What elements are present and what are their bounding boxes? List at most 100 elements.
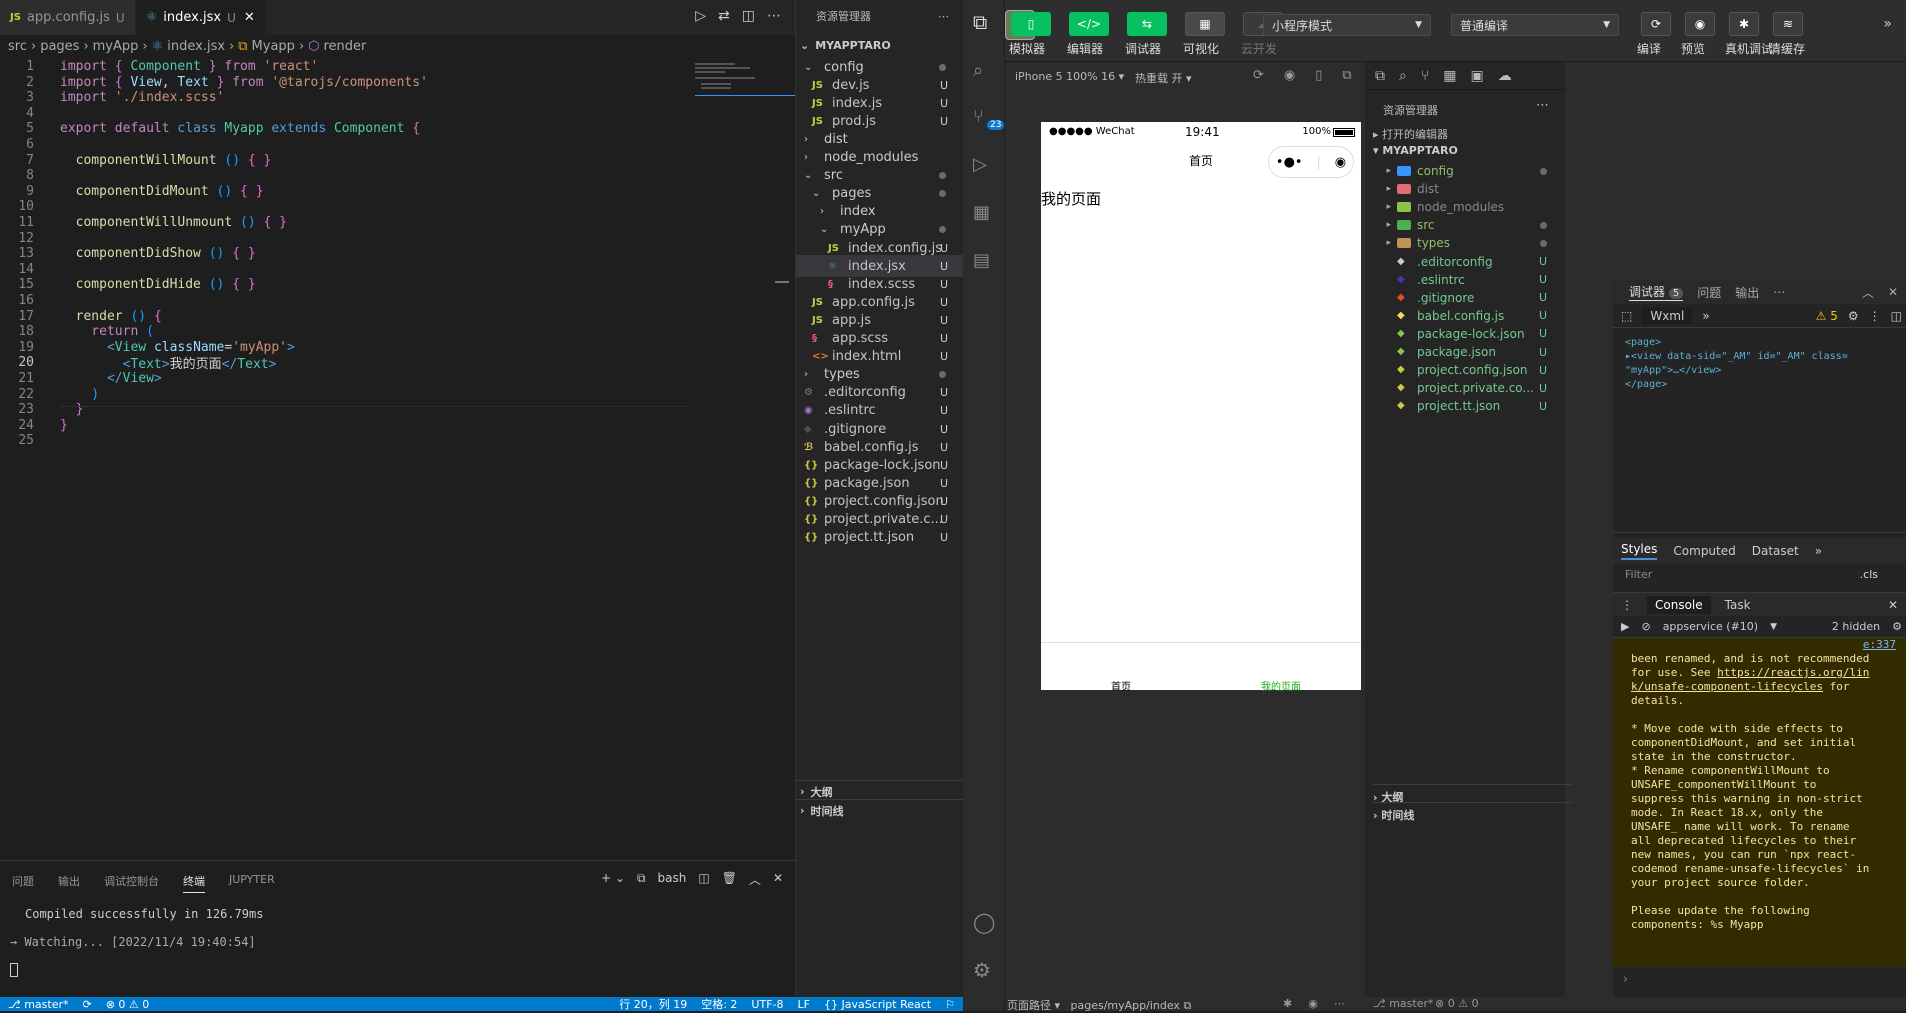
wxml-tree[interactable]: <page> ▸<view data-sid="_AM" id="_AM" cl… (1625, 336, 1848, 392)
tab-dataset[interactable]: Dataset (1752, 544, 1799, 558)
run-icon[interactable]: ▷ (695, 8, 706, 24)
console-link[interactable]: https://reactjs.org/lin (1717, 666, 1869, 679)
wx-file-item[interactable]: ◆ babel.config.js U (1365, 307, 1565, 325)
eye-icon[interactable]: ◉ (1308, 997, 1318, 1010)
right-action-label[interactable]: 预览 (1681, 40, 1705, 57)
panel-tab-problems[interactable]: 问题 (12, 873, 34, 893)
wx-file-item[interactable]: ◆ package.json U (1365, 343, 1565, 361)
more-icon[interactable]: ⋯ (1773, 285, 1785, 299)
files-icon[interactable]: ⧉ (973, 10, 987, 34)
wxml-tab[interactable]: Wxml (1642, 306, 1693, 325)
wx-file-item[interactable]: ◆ .eslintrc U (1365, 271, 1565, 289)
wx-file-item[interactable]: ▸ dist (1365, 180, 1565, 198)
bug-icon[interactable]: ✱ (1283, 997, 1292, 1010)
menu-dots-icon[interactable]: •●• (1276, 155, 1303, 170)
extensions-icon[interactable]: ▦ (973, 202, 990, 223)
wx-file-item[interactable]: ◆ project.config.json U (1365, 361, 1565, 379)
search-icon[interactable]: ⌕ (973, 60, 983, 81)
capsule-button[interactable]: •●• | ◉ (1268, 146, 1354, 178)
tab-index-jsx[interactable]: ⚛ index.jsx U ✕ (135, 0, 266, 35)
search-icon[interactable]: ⌕ (1399, 68, 1407, 84)
more-icon[interactable]: ⋯ (938, 10, 949, 23)
more-icon[interactable]: ⋯ (1334, 997, 1345, 1010)
wx-file-item[interactable]: ▸ node_modules (1365, 198, 1565, 216)
console-prompt[interactable]: › (1623, 972, 1628, 986)
mode-select[interactable]: 小程序模式 ▼ (1263, 14, 1431, 36)
toolbar-1-icon[interactable]: </> (1069, 12, 1109, 36)
extensions-icon[interactable]: ▦ (1443, 68, 1456, 84)
timeline-section[interactable]: › 时间线 (796, 799, 964, 821)
maximize-icon[interactable]: ︿ (749, 871, 761, 888)
wx-file-item[interactable]: ◆ project.tt.json U (1365, 397, 1565, 415)
remote-icon[interactable]: ▤ (973, 250, 990, 271)
toolbar-2-icon[interactable]: ⇆ (1127, 12, 1167, 36)
chevron-icon[interactable]: » (1815, 544, 1822, 558)
toolbar-label[interactable]: 调试器 (1125, 40, 1161, 57)
crumb[interactable]: src (8, 39, 27, 54)
clear-icon[interactable]: ⊘ (1641, 620, 1650, 633)
trash-icon[interactable]: 🗑 (722, 871, 737, 888)
kebab-icon[interactable]: ⋮ (1869, 309, 1881, 323)
crumb[interactable]: index.jsx (167, 39, 225, 54)
wx-file-item[interactable]: ◆ .gitignore U (1365, 289, 1565, 307)
kebab-icon[interactable]: ⋮ (1621, 598, 1633, 612)
wx-tree-root[interactable]: ▾ MYAPPTARO (1373, 144, 1458, 157)
indent-status[interactable]: 空格: 2 (701, 996, 737, 1012)
problems-status[interactable]: ⊗ 0 ⚠ 0 (106, 998, 150, 1011)
phone-icon[interactable]: ▯ (1315, 68, 1322, 83)
panel-tab-terminal[interactable]: 终端 (183, 873, 205, 893)
compile-select[interactable]: 普通编译 ▼ (1451, 14, 1619, 36)
split-editor-icon[interactable]: ◫ (742, 8, 755, 24)
wx-timeline[interactable]: › 时间线 (1373, 802, 1573, 823)
crumb[interactable]: render (324, 39, 367, 54)
toolbar-3-icon[interactable]: ▦ (1185, 12, 1225, 36)
files-icon[interactable]: ⧉ (1375, 68, 1385, 84)
feedback-icon[interactable]: ⚐ (945, 998, 955, 1011)
inspect-icon[interactable]: ⬚ (1621, 309, 1632, 323)
wx-branch[interactable]: ⎇ master* (1373, 997, 1433, 1010)
context-select[interactable]: appservice (#10) (1663, 620, 1758, 633)
debug-icon[interactable]: ▷ (973, 154, 987, 175)
wx-file-item[interactable]: ◆ package-lock.json U (1365, 325, 1565, 343)
panel-tab-output[interactable]: 输出 (58, 873, 80, 893)
warning-count[interactable]: ⚠ 5 (1816, 309, 1838, 323)
wx-file-item[interactable]: ◆ project.private.co... U (1365, 379, 1565, 397)
tab-styles[interactable]: Styles (1621, 542, 1658, 560)
wx-problems[interactable]: ⊗ 0 ⚠ 0 (1435, 997, 1479, 1010)
console-link[interactable]: e:337 (1631, 638, 1896, 652)
right-action-icon[interactable]: ⟳ (1641, 12, 1671, 36)
source-control-icon[interactable]: ⑂ (973, 106, 984, 127)
cls-toggle[interactable]: .cls (1860, 568, 1878, 581)
chevron-icon[interactable]: » (1702, 309, 1709, 323)
open-editors-section[interactable]: ▸ 打开的编辑器 (1373, 126, 1448, 142)
toolbar-label[interactable]: 可视化 (1183, 40, 1219, 57)
close-panel-icon[interactable]: ✕ (773, 871, 783, 888)
tab-issues[interactable]: 问题 (1697, 284, 1721, 301)
eol-status[interactable]: LF (798, 998, 810, 1011)
wx-file-item[interactable]: ◆ .editorconfig U (1365, 253, 1565, 271)
hotreload-toggle[interactable]: 热重载 开 ▾ (1135, 70, 1192, 86)
branch-status[interactable]: ⎇ master* (8, 998, 68, 1011)
compare-icon[interactable]: ⇄ (718, 8, 730, 24)
cloud-icon[interactable]: ☁ (1498, 68, 1512, 84)
close-icon[interactable]: ✕ (1888, 285, 1898, 299)
more-icon[interactable]: ⋯ (1536, 98, 1549, 113)
crumb[interactable]: myApp (93, 39, 139, 54)
expand-icon[interactable]: » (1883, 16, 1892, 32)
tabbar-home[interactable]: 首页 (1111, 678, 1131, 693)
toolbar-0-icon[interactable]: ▯ (1011, 12, 1051, 36)
source-control-icon[interactable]: ⑂ (1421, 68, 1429, 84)
crumb[interactable]: Myapp (252, 39, 295, 54)
cursor-position[interactable]: 行 20，列 19 (619, 996, 687, 1012)
split-terminal-icon[interactable]: ◫ (698, 871, 709, 888)
dock-icon[interactable]: ◫ (1891, 309, 1902, 323)
encoding-status[interactable]: UTF-8 (751, 998, 783, 1011)
minimap[interactable] (695, 57, 795, 857)
tabbar-mine[interactable]: 我的页面 (1261, 678, 1301, 693)
wx-file-item[interactable]: ▸ config (1365, 162, 1565, 180)
toolbar-label[interactable]: 模拟器 (1009, 40, 1045, 57)
console-link[interactable]: k/unsafe-component-lifecycles (1631, 680, 1823, 693)
explorer-root[interactable]: ⌄ MYAPPTARO (796, 34, 964, 56)
tab-debugger[interactable]: 调试器 5 (1629, 283, 1684, 301)
add-terminal-icon[interactable]: + ⌄ (601, 871, 625, 888)
